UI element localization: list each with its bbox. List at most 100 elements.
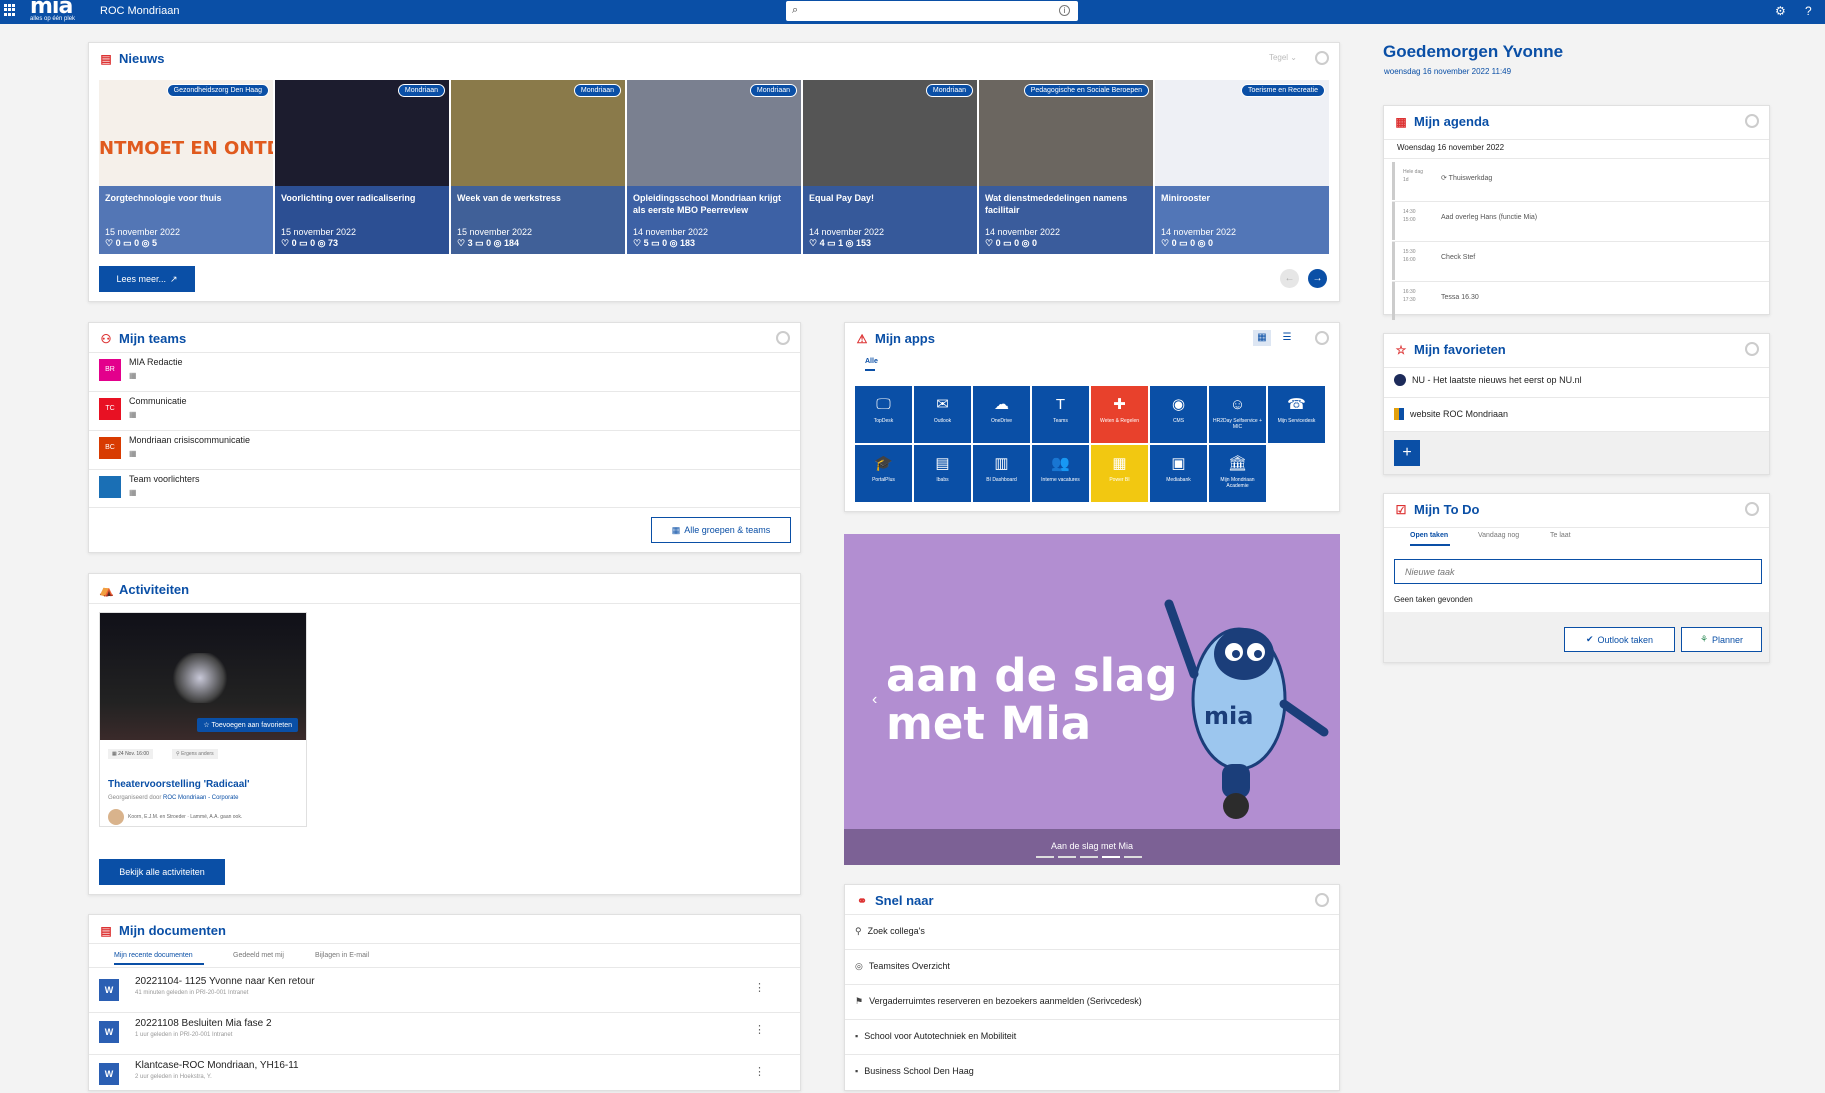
gear-icon[interactable]: [1745, 342, 1759, 356]
help-icon[interactable]: ?: [1805, 4, 1812, 18]
all-activities-button[interactable]: Bekijk alle activiteiten: [99, 859, 225, 885]
news-category-badge: Toerisme en Recreatie: [1240, 84, 1325, 97]
app-tile[interactable]: ▦ Power BI: [1091, 445, 1148, 502]
team-item[interactable]: BC Mondriaan crisiscommunicatie ▦: [99, 433, 779, 467]
quicklinks-title: Snel naar: [875, 893, 934, 908]
activity-title[interactable]: Theatervoorstelling 'Radicaal': [108, 779, 249, 790]
activity-card[interactable]: ☆ Toevoegen aan favorieten ▦ 24 Nov. 16:…: [99, 612, 307, 827]
add-favorite-button[interactable]: ☆ Toevoegen aan favorieten: [197, 718, 298, 732]
agenda-event[interactable]: 14:30 15:00 Aad overleg Hans (functie Mia): [1392, 202, 1762, 240]
app-tile[interactable]: ▥ BI Dashboard: [973, 445, 1030, 502]
planner-button[interactable]: ⚘ Planner: [1681, 627, 1762, 652]
app-tile[interactable]: 🖵 TopDesk: [855, 386, 912, 443]
outlook-tasks-button[interactable]: ✔ Outlook taken: [1564, 627, 1675, 652]
app-tile[interactable]: ✚ Weten & Regelen: [1091, 386, 1148, 443]
gear-icon[interactable]: [1315, 51, 1329, 65]
tab-open-taken[interactable]: Open taken: [1410, 532, 1448, 539]
list-view-icon[interactable]: ☰: [1279, 330, 1295, 346]
banner-dot[interactable]: [1036, 856, 1054, 858]
gear-icon[interactable]: [1315, 893, 1329, 907]
app-tile[interactable]: 🎓 PortalPlus: [855, 445, 912, 502]
news-title: Wat dienstmededelingen namens facilitair: [985, 193, 1128, 215]
app-tile[interactable]: ▤ Ibabs: [914, 445, 971, 502]
agenda-event[interactable]: 15:30 16:00 Check Stef: [1392, 242, 1762, 280]
quicklink-item[interactable]: ⚑ Vergaderruimtes reserveren en bezoekers…: [855, 985, 1335, 1017]
agenda-event[interactable]: 16:30 17:30 Tessa 16.30: [1392, 282, 1762, 320]
tab-recent-docs[interactable]: Mijn recente documenten: [114, 952, 193, 959]
info-icon[interactable]: i: [1059, 5, 1070, 16]
quicklink-item[interactable]: ▪ School voor Autotechniek en Mobiliteit: [855, 1020, 1335, 1052]
all-teams-button[interactable]: ▦ Alle groepen & teams: [651, 517, 791, 543]
news-tile[interactable]: Toerisme en Recreatie Minirooster 14 novem…: [1155, 80, 1329, 254]
app-tile[interactable]: ◉ CMS: [1150, 386, 1207, 443]
quicklink-item[interactable]: ▪ Business School Den Haag: [855, 1055, 1335, 1087]
news-tile[interactable]: Mondriaan Equal Pay Day! 14 november 2022 ♡…: [803, 80, 977, 254]
greeting-title: Goedemorgen Yvonne: [1383, 42, 1564, 61]
app-label: Outlook: [933, 418, 952, 424]
tab-shared-docs[interactable]: Gedeeld met mij: [233, 952, 284, 959]
hero-banner[interactable]: aan de slag met Mia ‹ mia Aan de slag me…: [844, 534, 1340, 865]
prev-arrow-icon[interactable]: ←: [1280, 269, 1299, 288]
news-stats: ♡ 4 ▭ 1 ◎ 153: [809, 238, 871, 248]
grid-view-icon[interactable]: ▦: [1253, 330, 1271, 346]
search-input[interactable]: ⌕ i: [786, 1, 1078, 21]
app-tile[interactable]: 👥 Interne vacatures: [1032, 445, 1089, 502]
favorite-item[interactable]: website ROC Mondriaan: [1394, 408, 1508, 420]
news-tile[interactable]: Pedagogische en Sociale Beroepen Wat dien…: [979, 80, 1153, 254]
settings-icon[interactable]: ⚙: [1775, 4, 1786, 18]
documents-icon: ▤: [100, 923, 112, 938]
news-tile[interactable]: Mondriaan Voorlichting over radicaliserin…: [275, 80, 449, 254]
news-category-badge: Mondriaan: [573, 84, 621, 97]
gear-icon[interactable]: [1745, 502, 1759, 516]
app-tile[interactable]: ☁ OneDrive: [973, 386, 1030, 443]
app-tile[interactable]: ▣ Mediabank: [1150, 445, 1207, 502]
banner-dot[interactable]: [1102, 856, 1120, 858]
team-item[interactable]: BR MIA Redactie ▦: [99, 355, 779, 389]
team-item[interactable]: TC Communicatie ▦: [99, 394, 779, 428]
gear-icon[interactable]: [1745, 114, 1759, 128]
app-label: Mijn Servicedesk: [1277, 418, 1316, 424]
add-favorite-button[interactable]: +: [1394, 440, 1420, 466]
news-tile[interactable]: NTMOET EN ONTD Gezondheidszorg Den Haag Zo…: [99, 80, 273, 254]
banner-dot[interactable]: [1080, 856, 1098, 858]
quicklink-icon: ◎: [855, 960, 863, 971]
app-tile[interactable]: T Teams: [1032, 386, 1089, 443]
next-arrow-icon[interactable]: →: [1308, 269, 1327, 288]
banner-prev-icon[interactable]: ‹: [872, 691, 877, 709]
quicklink-icon: ⚑: [855, 995, 864, 1006]
activities-webpart: ⛺ Activiteiten ☆ Toevoegen aan favorieten…: [88, 573, 801, 895]
view-select[interactable]: Tegel ⌄: [1269, 53, 1297, 62]
tab-vandaag-nog[interactable]: Vandaag nog: [1478, 532, 1519, 539]
news-tile[interactable]: Mondriaan Week van de werkstress 15 novemb…: [451, 80, 625, 254]
app-tile[interactable]: ✉ Outlook: [914, 386, 971, 443]
quicklink-item[interactable]: ⚲ Zoek collega's: [855, 915, 1335, 947]
banner-dot[interactable]: [1058, 856, 1076, 858]
nu-logo-icon: [1394, 374, 1406, 386]
tab-email-attachments[interactable]: Bijlagen in E-mail: [315, 952, 369, 959]
new-task-input[interactable]: [1394, 559, 1762, 584]
read-more-button[interactable]: Lees meer... ↗: [99, 266, 195, 292]
documents-title: Mijn documenten: [119, 923, 226, 938]
apps-filter-all[interactable]: Alle: [865, 358, 878, 365]
app-tile[interactable]: ☺ HR2Day Selfservice + MIC: [1209, 386, 1266, 443]
tab-te-laat[interactable]: Te laat: [1550, 532, 1571, 539]
app-tile[interactable]: 🏛 Mijn Mondriaan Academie: [1209, 445, 1266, 502]
gear-icon[interactable]: [776, 331, 790, 345]
document-item[interactable]: W Klantcase-ROC Mondriaan, YH16-11 2 uur g…: [99, 1055, 779, 1093]
agenda-event[interactable]: Hele dag 1d ⟳ Thuiswerkdag: [1392, 162, 1762, 200]
app-tile[interactable]: ☎ Mijn Servicedesk: [1268, 386, 1325, 443]
more-options-icon[interactable]: ⋮: [754, 981, 765, 994]
news-tile[interactable]: Mondriaan Opleidingsschool Mondriaan krij…: [627, 80, 801, 254]
app-launcher-icon[interactable]: [4, 4, 16, 16]
more-options-icon[interactable]: ⋮: [754, 1023, 765, 1036]
banner-dot[interactable]: [1124, 856, 1142, 858]
more-options-icon[interactable]: ⋮: [754, 1065, 765, 1078]
favorite-item[interactable]: NU - Het laatste nieuws het eerst op NU.…: [1394, 374, 1582, 386]
mia-logo[interactable]: mia alles op één plek: [30, 0, 86, 24]
team-item[interactable]: Team voorlichters ▦: [99, 472, 779, 506]
quicklink-item[interactable]: ◎ Teamsites Overzicht: [855, 950, 1335, 982]
activity-location: ⚲ Ergens anders: [172, 749, 218, 759]
document-item[interactable]: W 20221108 Besluiten Mia fase 2 1 uur gele…: [99, 1013, 779, 1051]
gear-icon[interactable]: [1315, 331, 1329, 345]
document-item[interactable]: W 20221104- 1125 Yvonne naar Ken retour 41…: [99, 971, 779, 1009]
